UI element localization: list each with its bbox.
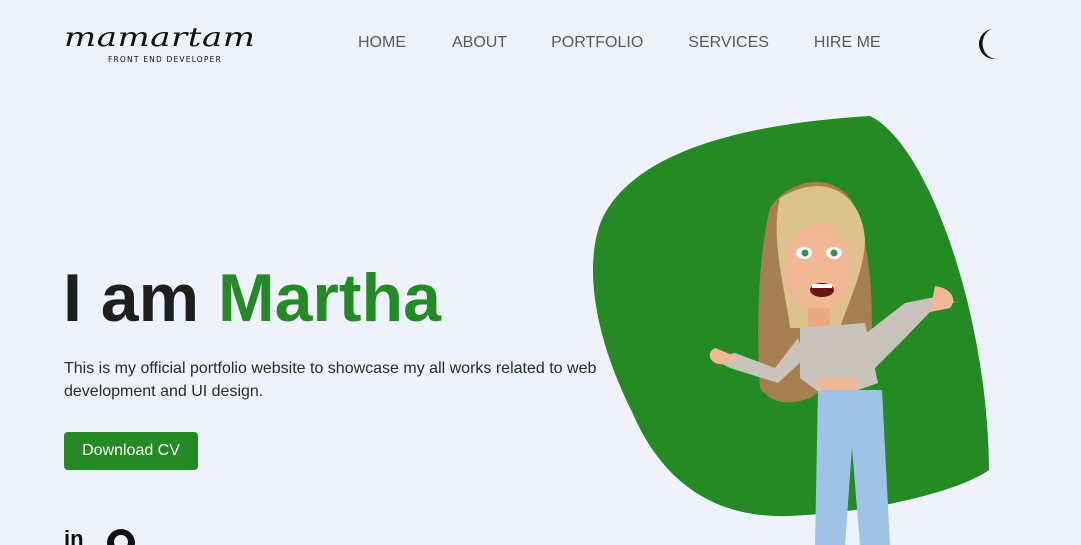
- theme-toggle-button[interactable]: [975, 28, 1003, 60]
- logo-wordmark: mamartam: [64, 21, 256, 53]
- linkedin-icon[interactable]: in: [64, 528, 84, 545]
- avatar-illustration: [709, 181, 955, 545]
- hero-description: This is my official portfolio website to…: [64, 360, 597, 400]
- nav-about[interactable]: ABOUT: [452, 34, 507, 52]
- nav-hire-me[interactable]: HIRE ME: [814, 34, 881, 52]
- hero-title-name: Martha: [217, 260, 441, 336]
- nav-portfolio[interactable]: PORTFOLIO: [551, 34, 643, 52]
- download-cv-button[interactable]: Download CV: [64, 432, 198, 470]
- social-links: in: [64, 528, 136, 545]
- logo-subtitle: FRONT END DEVELOPER: [108, 55, 222, 64]
- hero-title-prefix: I am: [63, 260, 218, 336]
- main-nav: HOME ABOUT PORTFOLIO SERVICES HIRE ME: [358, 34, 881, 52]
- moon-icon: [978, 29, 999, 59]
- nav-services[interactable]: SERVICES: [688, 34, 769, 52]
- logo[interactable]: mamartam FRONT END DEVELOPER: [64, 21, 264, 64]
- github-icon[interactable]: [106, 528, 136, 545]
- nav-home[interactable]: HOME: [358, 34, 406, 52]
- hero-title: I am Martha: [63, 258, 441, 338]
